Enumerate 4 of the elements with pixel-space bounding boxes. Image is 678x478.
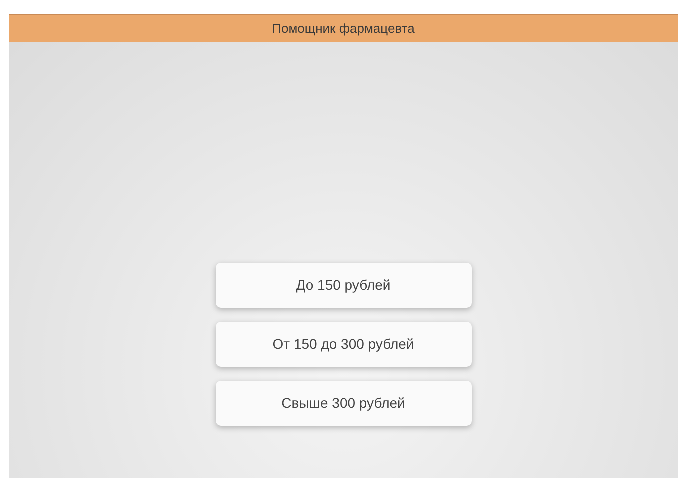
option-button[interactable]: До 150 рублей xyxy=(216,263,472,308)
option-button[interactable]: Свыше 300 рублей xyxy=(216,381,472,426)
option-button[interactable]: От 150 до 300 рублей xyxy=(216,322,472,367)
window-title: Помощник фармацевта xyxy=(272,20,415,38)
